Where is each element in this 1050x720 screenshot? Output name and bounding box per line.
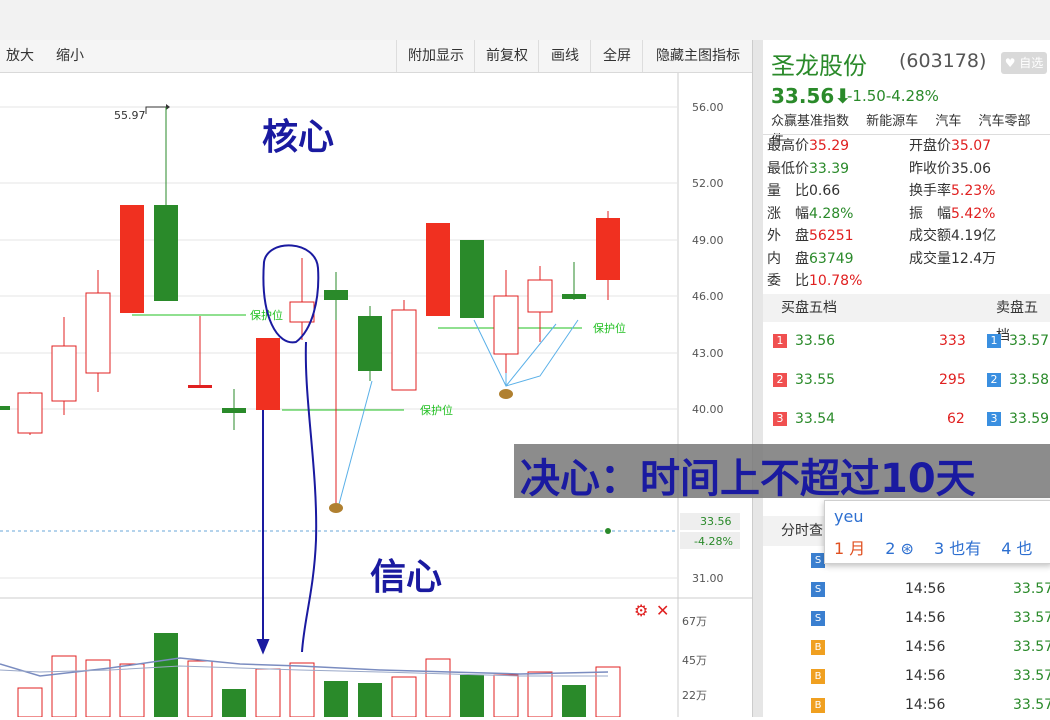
fullscreen-button[interactable]: 全屏 [590, 40, 643, 72]
volume-tick: 22万 [682, 689, 707, 702]
hide-indicator-button[interactable]: 隐藏主图指标 [642, 40, 753, 72]
forward-adjust-button[interactable]: 前复权 [474, 40, 539, 72]
sector-tag[interactable]: 新能源车 [866, 114, 918, 129]
current-price-tag: 33.56 [700, 515, 732, 528]
trade-row: B 14:56 33.57 [763, 691, 1050, 720]
ime-candidate[interactable]: 1 月 [834, 539, 865, 558]
price-tick: 56.00 [692, 101, 724, 114]
ime-candidate-window[interactable]: yeu 1 月 2 ⊛ 3 也有 4 也 [824, 500, 1050, 564]
trade-row: B 14:56 33.57 [763, 662, 1050, 691]
ime-input-text: yeu [834, 507, 864, 526]
price-tick: 46.00 [692, 290, 724, 303]
order-book-row: 2 33.55 295 2 33.58 [763, 361, 1050, 400]
eye-icon [499, 389, 513, 399]
ime-candidates: 1 月 2 ⊛ 3 也有 4 也 [834, 535, 1050, 559]
annotation-confidence: 信心 [370, 556, 443, 598]
quote-panel: 圣龙股份 (603178) ♥ 自选 33.56⬇ -1.50-4.28% 众赢… [763, 40, 1050, 717]
price-tick: 49.00 [692, 234, 724, 247]
stats-row: 涨 幅4.28% 振 幅5.42% [767, 205, 996, 222]
zoom-out-button[interactable]: 缩小 [48, 40, 92, 72]
annotation-core: 核心 [262, 116, 335, 158]
price-tick: 52.00 [692, 177, 724, 190]
support-label: 保护位 [420, 403, 453, 417]
stats-row: 外 盘56251 成交额4.19亿 [767, 228, 997, 244]
chart-toolbar: 放大 缩小 附加显示 前复权 画线 全屏 隐藏主图指标 [0, 40, 752, 73]
price-tick: 31.00 [692, 572, 724, 585]
close-icon: ✕ [656, 601, 669, 620]
eye-icon [329, 503, 343, 513]
favorite-button[interactable]: ♥ 自选 [1001, 52, 1047, 74]
trade-row: S14:5633.57 [763, 575, 1050, 604]
buy-header: 买盘五档 [781, 300, 837, 316]
support-label: 保护位 [593, 321, 626, 335]
stats-row: 最低价33.39 昨收价35.06 [767, 160, 992, 177]
stock-code: (603178) [899, 50, 987, 72]
volume-tick: 67万 [682, 615, 707, 628]
settings-icon: ⚙ [634, 601, 648, 620]
extra-display-button[interactable]: 附加显示 [396, 40, 475, 72]
price-tick: 43.00 [692, 347, 724, 360]
trade-row: B 14:56 33.57 [763, 633, 1050, 662]
sector-tag[interactable]: 汽车 [935, 114, 961, 129]
order-book-row: 3 33.54 62 3 33.59 [763, 400, 1050, 439]
trade-row: S14:5633.57 [763, 604, 1050, 633]
price-tick: 40.00 [692, 403, 724, 416]
panel-divider[interactable] [752, 40, 763, 717]
sector-tag[interactable]: 众赢基准指数 [771, 114, 849, 129]
stock-name: 圣龙股份 [771, 52, 867, 80]
order-book-header: 买盘五档 卖盘五档 [763, 294, 1050, 344]
draw-line-button[interactable]: 画线 [538, 40, 591, 72]
stats-row: 委 比10.78% [767, 273, 863, 289]
ime-candidate[interactable]: 3 也有 [934, 539, 981, 558]
stats-row: 最高价35.29 开盘价35.07 [767, 138, 992, 154]
candlestick-chart[interactable]: 56.00 52.00 49.00 46.00 43.00 40.00 31.0… [0, 73, 752, 717]
ime-candidate[interactable]: 4 也 [1001, 539, 1032, 558]
high-marker-label: 55.97 [114, 109, 146, 122]
stats-row: 内 盘63749 成交量12.4万 [767, 250, 997, 267]
price-change: -1.50-4.28% [847, 87, 939, 105]
volume-bars [17, 633, 621, 717]
stats-table: 最高价35.29 开盘价35.07 最低价33.39 昨收价35.06 量 比0.6… [763, 134, 1050, 293]
stats-row: 量 比0.66 换手率5.23% [767, 183, 996, 199]
caption-text: 决心：时间上不超过10天 [520, 456, 976, 502]
zoom-in-button[interactable]: 放大 [0, 40, 40, 72]
favorite-label: 自选 [1019, 56, 1044, 70]
current-change-tag: -4.28% [694, 535, 733, 548]
caption-overlay: 决心：时间上不超过10天 [514, 444, 1050, 502]
ime-candidate[interactable]: 2 ⊛ [885, 539, 914, 558]
volume-tick: 45万 [682, 654, 707, 667]
last-price: 33.56⬇ [771, 84, 852, 108]
window-top-bar [0, 0, 1050, 41]
order-book-row: 1 33.56 333 1 33.57 [763, 322, 1050, 361]
